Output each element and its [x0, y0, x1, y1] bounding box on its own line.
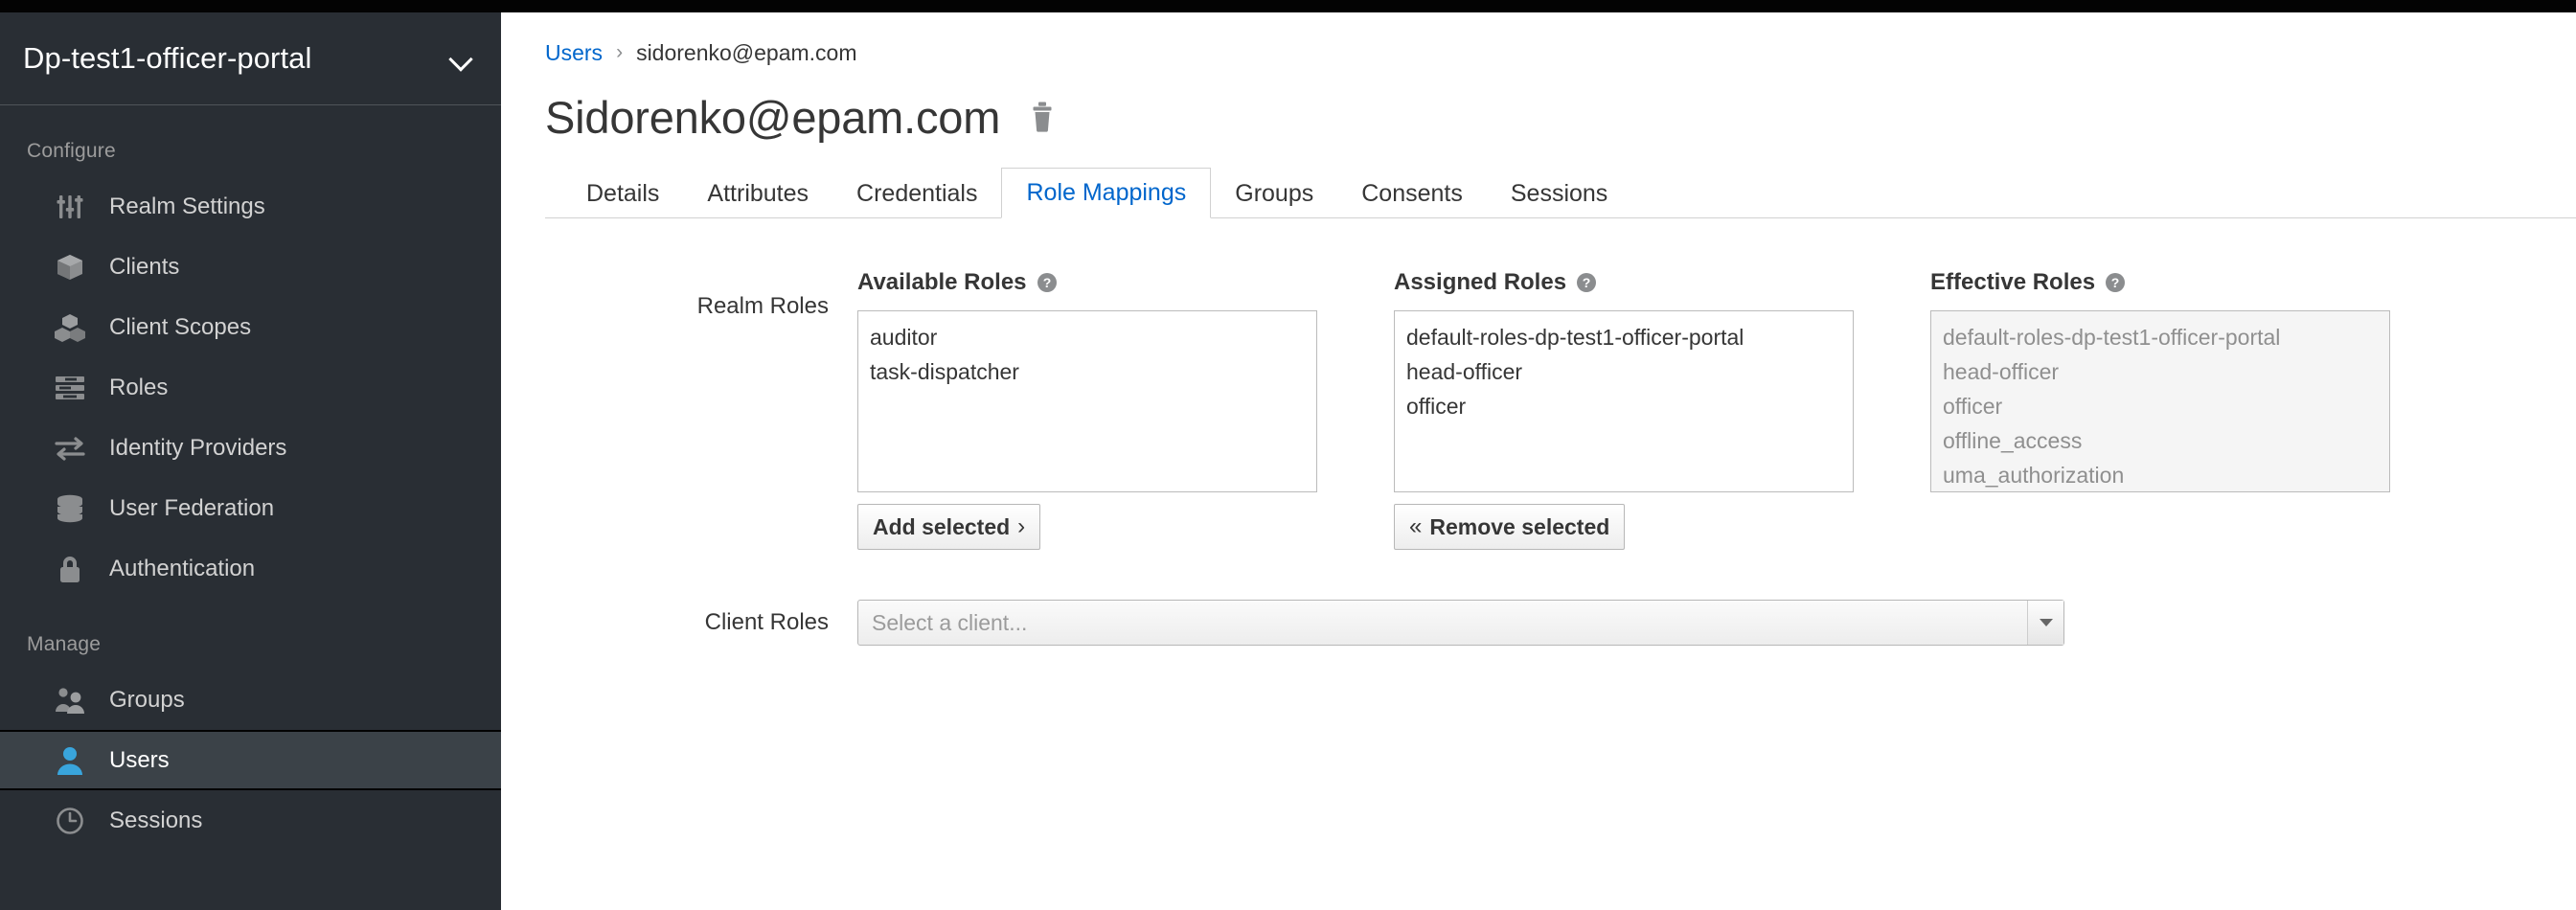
tab-groups[interactable]: Groups — [1211, 169, 1337, 218]
tab-credentials[interactable]: Credentials — [832, 169, 1001, 218]
page-title: Sidorenko@epam.com — [545, 91, 1001, 143]
available-roles-heading: Available Roles ? — [857, 268, 1317, 297]
cube-icon — [54, 251, 86, 284]
breadcrumb-users-link[interactable]: Users — [545, 40, 603, 66]
tab-bar: Details Attributes Credentials Role Mapp… — [545, 168, 2576, 218]
svg-text:?: ? — [2111, 275, 2120, 290]
breadcrumb-separator-icon: › — [616, 41, 624, 63]
sidebar-item-clients[interactable]: Clients — [0, 237, 501, 297]
list-item[interactable]: head-officer — [1395, 354, 1853, 389]
tab-role-mappings[interactable]: Role Mappings — [1001, 168, 1212, 218]
list-item: officer — [1943, 394, 2003, 419]
list-item: uma_authorization — [1943, 463, 2125, 488]
sidebar-item-users[interactable]: Users — [0, 730, 501, 790]
list-item: offline_access — [1943, 428, 2083, 453]
client-select[interactable]: Select a client... — [857, 600, 2064, 646]
available-roles-column: Available Roles ? auditor task-dispatche… — [857, 268, 1317, 550]
realm-roles-label: Realm Roles — [696, 293, 829, 319]
sidebar-item-label: Realm Settings — [109, 193, 265, 219]
chevron-right-icon: › — [1017, 513, 1026, 539]
tab-attributes[interactable]: Attributes — [683, 169, 832, 218]
available-roles-listbox[interactable]: auditor task-dispatcher — [857, 310, 1317, 492]
help-circle-icon[interactable]: ? — [1037, 272, 1058, 293]
effective-roles-heading-text: Effective Roles — [1930, 269, 2096, 295]
tab-consents[interactable]: Consents — [1337, 169, 1487, 218]
client-roles-row: Client Roles Select a client... — [501, 600, 2576, 646]
effective-roles-listbox: default-roles-dp-test1-officer-portal he… — [1930, 310, 2390, 492]
effective-roles-column: Effective Roles ? default-roles-dp-test1… — [1930, 268, 2390, 492]
sidebar-item-label: Groups — [109, 686, 185, 713]
realm-name: Dp-test1-officer-portal — [23, 41, 312, 75]
sidebar-item-client-scopes[interactable]: Client Scopes — [0, 297, 501, 357]
exchange-arrows-icon — [54, 432, 86, 465]
assigned-roles-heading-text: Assigned Roles — [1394, 269, 1567, 295]
tab-details[interactable]: Details — [562, 169, 683, 218]
remove-selected-button[interactable]: « Remove selected — [1394, 504, 1626, 550]
effective-roles-heading: Effective Roles ? — [1930, 268, 2390, 297]
assigned-roles-column: Assigned Roles ? default-roles-dp-test1-… — [1394, 268, 1854, 550]
list-item: head-officer — [1943, 359, 2060, 384]
sidebar-item-groups[interactable]: Groups — [0, 670, 501, 730]
add-selected-button[interactable]: Add selected › — [857, 504, 1041, 550]
sidebar-item-label: Authentication — [109, 555, 256, 581]
sidebar: Dp-test1-officer-portal Configure Realm … — [0, 12, 501, 910]
sidebar-item-realm-settings[interactable]: Realm Settings — [0, 176, 501, 237]
client-roles-label: Client Roles — [704, 609, 829, 635]
sidebar-item-label: Client Scopes — [109, 313, 252, 340]
realm-roles-row: Realm Roles Available Roles ? auditor ta… — [501, 268, 2576, 550]
list-item[interactable]: auditor — [858, 320, 1316, 354]
sliders-icon — [54, 191, 86, 223]
chevron-double-left-icon: « — [1409, 513, 1423, 539]
sidebar-item-roles[interactable]: Roles — [0, 357, 501, 418]
svg-text:?: ? — [1042, 275, 1051, 290]
sidebar-item-label: Roles — [109, 374, 169, 400]
role-columns: Available Roles ? auditor task-dispatche… — [857, 268, 2390, 550]
sidebar-item-label: Identity Providers — [109, 434, 287, 461]
help-circle-icon[interactable]: ? — [1576, 272, 1597, 293]
sidebar-item-identity-providers[interactable]: Identity Providers — [0, 418, 501, 478]
client-select-placeholder: Select a client... — [872, 609, 1028, 635]
list-item[interactable]: default-roles-dp-test1-officer-portal — [1395, 320, 1853, 354]
role-mappings-form: Realm Roles Available Roles ? auditor ta… — [501, 218, 2576, 646]
caret-down-icon[interactable] — [2027, 601, 2063, 645]
list-item[interactable]: officer — [1395, 389, 1853, 423]
add-selected-label: Add selected — [873, 513, 1011, 539]
users-group-icon — [54, 684, 86, 717]
sidebar-item-user-federation[interactable]: User Federation — [0, 478, 501, 538]
cubes-icon — [54, 311, 86, 344]
sidebar-item-authentication[interactable]: Authentication — [0, 538, 501, 599]
assigned-roles-heading: Assigned Roles ? — [1394, 268, 1854, 297]
breadcrumb: Users › sidorenko@epam.com — [501, 12, 2576, 68]
realm-selector[interactable]: Dp-test1-officer-portal — [0, 12, 501, 105]
database-icon — [54, 492, 86, 525]
top-black-bar — [0, 0, 2576, 12]
main-content: Users › sidorenko@epam.com Sidorenko@epa… — [501, 12, 2576, 910]
chevron-down-icon — [449, 46, 474, 71]
tab-sessions[interactable]: Sessions — [1487, 169, 1631, 218]
breadcrumb-current: sidorenko@epam.com — [636, 39, 857, 65]
sidebar-item-label: User Federation — [109, 494, 275, 521]
list-item: default-roles-dp-test1-officer-portal — [1943, 325, 2281, 350]
trash-icon[interactable] — [1025, 98, 1060, 136]
page-title-row: Sidorenko@epam.com — [501, 68, 2576, 143]
clock-icon — [54, 805, 86, 837]
sidebar-item-label: Clients — [109, 253, 180, 280]
remove-selected-label: Remove selected — [1429, 513, 1610, 539]
list-bars-icon — [54, 372, 86, 404]
sidebar-item-sessions[interactable]: Sessions — [0, 790, 501, 851]
lock-icon — [54, 553, 86, 585]
sidebar-item-label: Sessions — [109, 807, 203, 833]
nav-section-title-configure: Configure — [27, 140, 116, 162]
svg-text:?: ? — [1583, 275, 1591, 290]
available-roles-heading-text: Available Roles — [857, 269, 1027, 295]
sidebar-item-label: Users — [109, 746, 170, 773]
list-item[interactable]: task-dispatcher — [858, 354, 1316, 389]
assigned-roles-listbox[interactable]: default-roles-dp-test1-officer-portal he… — [1394, 310, 1854, 492]
help-circle-icon[interactable]: ? — [2105, 272, 2126, 293]
user-icon — [54, 744, 86, 777]
nav-section-title-manage: Manage — [27, 633, 102, 655]
